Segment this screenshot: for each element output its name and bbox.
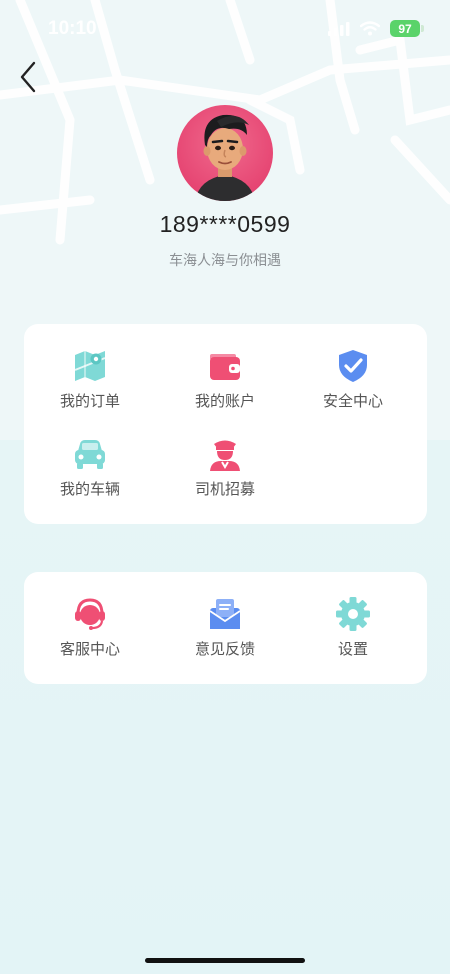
menu-label: 设置	[337, 640, 368, 658]
status-icons: 97	[328, 20, 424, 37]
status-time: 10:10	[48, 18, 97, 39]
status-bar: 10:10 97	[0, 0, 450, 60]
settings-gear-icon	[336, 597, 370, 631]
menu-label: 司机招募	[194, 480, 255, 498]
battery-icon: 97	[390, 20, 424, 37]
menu-label: 我的订单	[59, 392, 120, 410]
headset-icon	[75, 598, 105, 630]
chevron-left-icon	[20, 61, 36, 93]
home-indicator[interactable]	[145, 958, 305, 963]
menu-label: 安全中心	[322, 392, 383, 410]
menu-item-my-orders[interactable]: 我的订单	[24, 348, 156, 411]
profile-header: 189****0599 车海人海与你相遇	[0, 105, 450, 270]
back-button[interactable]	[14, 60, 44, 94]
wifi-icon	[360, 21, 380, 36]
driver-icon	[210, 440, 240, 471]
avatar[interactable]	[177, 105, 273, 201]
service-menu-card: 客服中心 意见反馈 设置	[24, 572, 427, 684]
profile-tagline: 车海人海与你相遇	[169, 253, 281, 269]
map-order-icon	[74, 348, 106, 381]
menu-label: 意见反馈	[194, 640, 255, 658]
menu-item-security-center[interactable]: 安全中心	[287, 348, 419, 411]
menu-item-my-vehicle[interactable]: 我的车辆	[24, 436, 156, 499]
menu-label: 客服中心	[59, 640, 120, 658]
menu-item-driver-recruitment[interactable]: 司机招募	[159, 436, 291, 499]
battery-level: 97	[398, 21, 412, 36]
phone-number: 189****0599	[159, 211, 291, 237]
menu-item-settings[interactable]: 设置	[287, 596, 419, 659]
menu-label: 我的车辆	[59, 480, 120, 498]
car-icon	[75, 440, 105, 469]
wallet-icon	[210, 354, 240, 380]
signal-icon	[328, 21, 350, 36]
menu-label: 我的账户	[194, 392, 255, 410]
menu-item-my-account[interactable]: 我的账户	[159, 348, 291, 411]
feedback-mail-icon	[209, 599, 241, 629]
menu-item-feedback[interactable]: 意见反馈	[159, 596, 291, 659]
shield-check-icon	[339, 350, 367, 382]
main-menu-card: 我的订单 我的账户 安全中心 我的车辆 司机招募	[24, 324, 427, 524]
menu-item-customer-service[interactable]: 客服中心	[24, 596, 156, 659]
avatar-character-icon	[195, 114, 255, 201]
